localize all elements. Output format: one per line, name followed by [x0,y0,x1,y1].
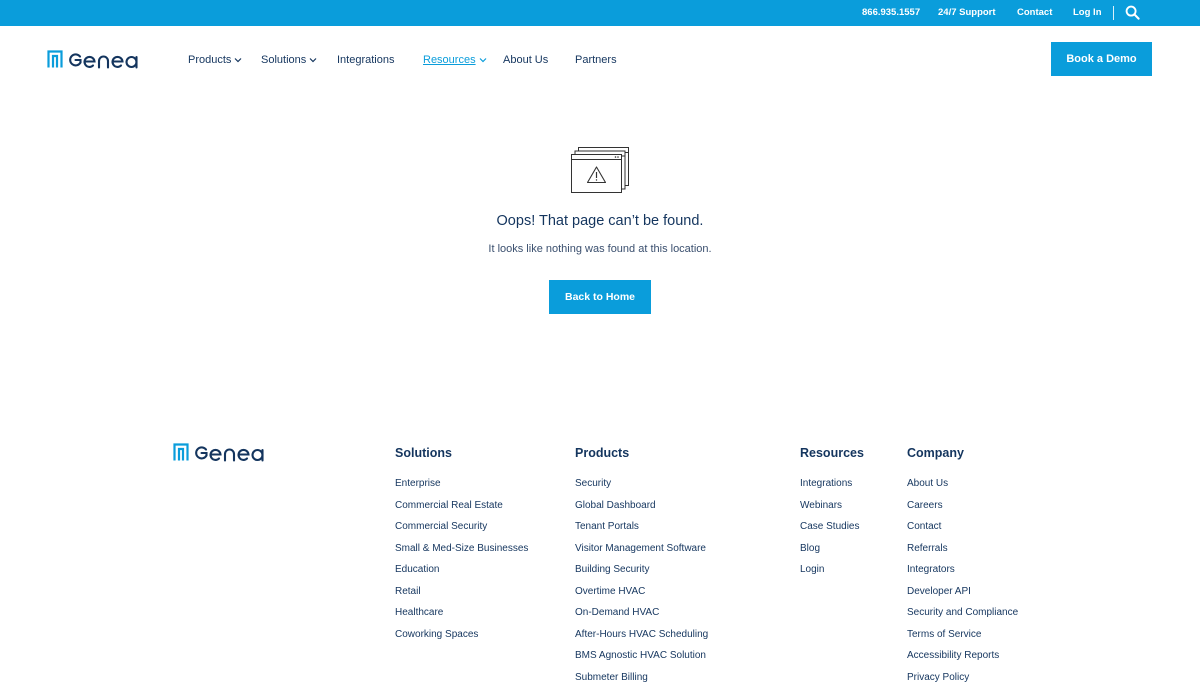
browser-warning-icon [570,146,630,194]
search-icon[interactable] [1125,5,1140,20]
nav-integrations[interactable]: Integrations [337,52,394,68]
footer-link[interactable]: Security [575,477,708,499]
chevron-down-icon [234,56,242,64]
footer-genea-logo[interactable] [173,443,269,462]
footer-column-title: Products [575,445,708,461]
top-utility-bar: 866.935.1557 24/7 Support Contact Log In [0,0,1200,26]
footer-link[interactable]: Developer API [907,585,1018,607]
footer-link[interactable]: Building Security [575,563,708,585]
footer-link[interactable]: Referrals [907,542,1018,564]
footer-link[interactable]: Healthcare [395,606,528,628]
footer-column-title: Solutions [395,445,528,461]
footer-column-company: Company About Us Careers Contact Referra… [907,445,1018,692]
footer-link[interactable]: Commercial Real Estate [395,499,528,521]
genea-logo[interactable] [47,50,143,69]
footer-column-solutions: Solutions Enterprise Commercial Real Est… [395,445,528,649]
footer-link[interactable]: Login [800,563,864,585]
footer-link[interactable]: Education [395,563,528,585]
footer-link[interactable]: Terms of Service [907,628,1018,650]
contact-link[interactable]: Contact [1017,0,1052,26]
support-link[interactable]: 24/7 Support [938,0,996,26]
footer-link[interactable]: Blog [800,542,864,564]
footer-link[interactable]: Tenant Portals [575,520,708,542]
footer-link[interactable]: Contact [907,520,1018,542]
footer-link[interactable]: Overtime HVAC [575,585,708,607]
footer-link[interactable]: Privacy Policy [907,671,1018,692]
chevron-down-icon [479,56,487,64]
footer-link[interactable]: On-Demand HVAC [575,606,708,628]
footer-link[interactable]: About Us [907,477,1018,499]
nav-partners-label: Partners [575,52,617,68]
footer-link[interactable]: Enterprise [395,477,528,499]
phone-link[interactable]: 866.935.1557 [862,0,920,26]
footer-column-products: Products Security Global Dashboard Tenan… [575,445,708,692]
footer-link[interactable]: Coworking Spaces [395,628,528,650]
footer-link[interactable]: Accessibility Reports [907,649,1018,671]
footer-link[interactable]: Security and Compliance [907,606,1018,628]
nav-products-label: Products [188,52,231,68]
footer-link[interactable]: Careers [907,499,1018,521]
error-message: It looks like nothing was found at this … [0,243,1200,255]
footer-link[interactable]: Integrations [800,477,864,499]
footer-column-title: Company [907,445,1018,461]
nav-about-us-label: About Us [503,52,548,68]
nav-solutions-label: Solutions [261,52,306,68]
nav-partners[interactable]: Partners [575,52,617,68]
nav-resources-label: Resources [423,52,476,68]
nav-integrations-label: Integrations [337,52,394,68]
footer-link[interactable]: Integrators [907,563,1018,585]
nav-solutions[interactable]: Solutions [261,52,317,68]
login-link[interactable]: Log In [1073,0,1102,26]
footer-link[interactable]: Global Dashboard [575,499,708,521]
error-title: Oops! That page can’t be found. [0,213,1200,229]
footer-column-resources: Resources Integrations Webinars Case Stu… [800,445,864,585]
chevron-down-icon [309,56,317,64]
nav-about-us[interactable]: About Us [503,52,548,68]
footer-link[interactable]: After-Hours HVAC Scheduling [575,628,708,650]
footer-link[interactable]: Retail [395,585,528,607]
footer-link[interactable]: Case Studies [800,520,864,542]
footer-link[interactable]: Submeter Billing [575,671,708,692]
footer-link[interactable]: BMS Agnostic HVAC Solution [575,649,708,671]
footer-link[interactable]: Webinars [800,499,864,521]
topbar-divider [1113,6,1114,20]
footer-link[interactable]: Small & Med-Size Businesses [395,542,528,564]
book-demo-button[interactable]: Book a Demo [1051,42,1152,76]
back-to-home-button[interactable]: Back to Home [549,280,651,314]
footer-link[interactable]: Commercial Security [395,520,528,542]
nav-resources[interactable]: Resources [423,52,487,68]
footer-column-title: Resources [800,445,864,461]
footer-link[interactable]: Visitor Management Software [575,542,708,564]
nav-products[interactable]: Products [188,52,242,68]
